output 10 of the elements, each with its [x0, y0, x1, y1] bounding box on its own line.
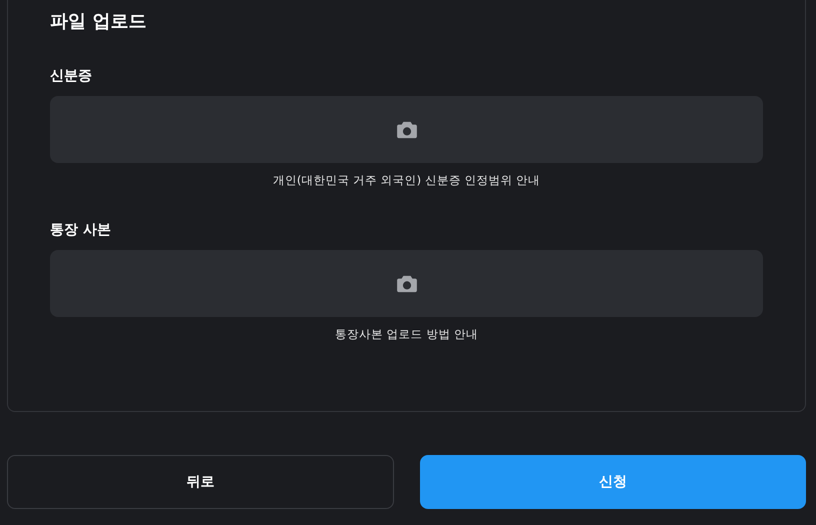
field-label: 신분증	[50, 67, 93, 86]
field-label: 통장 사본	[50, 221, 112, 240]
camera-icon	[396, 120, 418, 138]
guide-link[interactable]: 통장사본 업로드 방법 안내	[335, 327, 478, 342]
section-title: 파일 업로드	[50, 10, 148, 34]
camera-icon	[396, 274, 418, 292]
guide-link[interactable]: 개인(대한민국 거주 외국인) 신분증 인정범위 안내	[272, 173, 540, 188]
back-button[interactable]: 뒤로	[7, 455, 394, 509]
upload-area[interactable]	[50, 250, 763, 317]
upload-area[interactable]	[50, 96, 763, 163]
